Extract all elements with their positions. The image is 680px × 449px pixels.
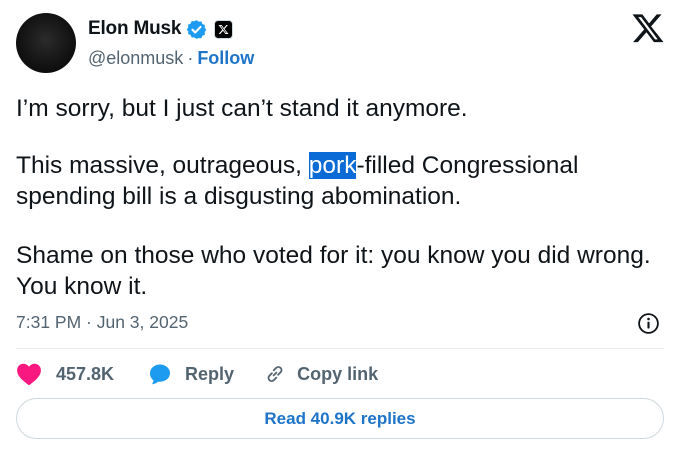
follow-button[interactable]: Follow [197,48,254,69]
tweet-text: This massive, outrageous, [16,152,309,179]
author-handle[interactable]: @elonmusk [88,48,183,69]
tweet-paragraph-3: Shame on those who voted for it: you kno… [16,242,651,300]
author-handle-row: @elonmusk · Follow [88,47,254,69]
like-button[interactable]: 457.8K [16,362,114,386]
verified-badge-icon [186,19,207,39]
divider [16,348,664,349]
reply-button[interactable]: Reply [148,362,234,386]
x-badge-icon [214,19,234,39]
separator-dot: · [187,47,194,68]
like-count: 457.8K [56,363,115,384]
x-logo-icon[interactable] [631,13,665,44]
avatar[interactable] [16,13,76,73]
info-icon[interactable] [637,312,660,335]
tweet-paragraph-1: I’m sorry, but I just can’t stand it any… [16,95,468,122]
tweet-card: Elon Musk @elonmusk · Follow I’m sorry, … [0,0,680,449]
x-badge-glyph-icon [218,24,229,34]
action-bar: 457.8K Reply Copy link [16,360,378,388]
tweet-timestamp[interactable]: 7:31 PM · Jun 3, 2025 [16,312,188,333]
author-name[interactable]: Elon Musk [88,18,181,40]
read-replies-button[interactable]: Read 40.9K replies [16,398,664,439]
reply-bubble-icon [150,364,171,385]
heart-icon [17,363,41,386]
copy-link-label: Copy link [297,363,379,384]
tweet-paragraph-2: This massive, outrageous, pork-filled Co… [16,150,656,212]
author-name-row: Elon Musk [88,16,234,42]
selected-text-highlight: pork [308,152,357,179]
link-icon [267,366,283,382]
reply-label: Reply [185,363,235,384]
copy-link-button[interactable]: Copy link [264,363,378,385]
